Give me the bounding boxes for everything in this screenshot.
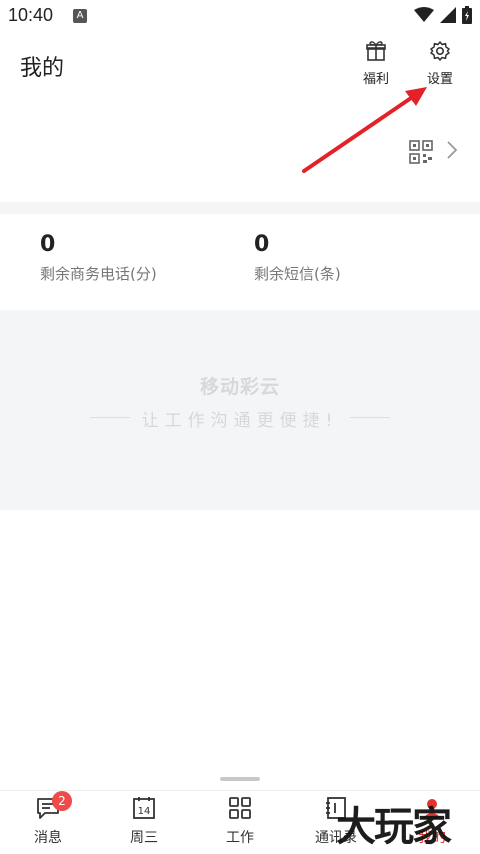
sms-value: 0 — [254, 232, 270, 257]
tab-calendar-label: 周三 — [130, 830, 158, 846]
grid-icon — [229, 797, 251, 819]
tab-messages-label: 消息 — [34, 830, 62, 846]
promo-banner: 移动彩云 让工作沟通更便捷! — [0, 310, 480, 510]
stat-calls[interactable]: 0 剩余商务电话(分) — [40, 232, 157, 284]
drag-handle[interactable] — [220, 777, 260, 781]
promo-subtitle: 让工作沟通更便捷! — [141, 411, 339, 431]
tab-work-label: 工作 — [226, 830, 254, 846]
qr-code-icon[interactable] — [409, 140, 433, 164]
tab-work[interactable]: 工作 — [200, 795, 280, 847]
watermark-text: 大玩家 — [336, 804, 452, 850]
tab-messages[interactable]: 2 消息 — [8, 791, 88, 847]
calls-label: 剩余商务电话(分) — [40, 265, 157, 283]
chevron-right-icon — [447, 141, 458, 159]
stat-sms[interactable]: 0 剩余短信(条) — [254, 232, 341, 284]
calendar-day: 14 — [138, 806, 151, 817]
calls-value: 0 — [40, 232, 56, 257]
tab-calendar[interactable]: 14 周三 — [104, 795, 184, 847]
balance-stats: 0 剩余商务电话(分) 0 剩余短信(条) — [0, 214, 480, 310]
sms-label: 剩余短信(条) — [254, 265, 341, 283]
section-divider — [0, 202, 480, 214]
unread-badge: 2 — [52, 791, 72, 811]
promo-title: 移动彩云 — [199, 376, 280, 398]
profile-section[interactable] — [0, 102, 480, 202]
calendar-icon: 14 — [133, 797, 155, 819]
promo-line-right — [350, 417, 390, 418]
